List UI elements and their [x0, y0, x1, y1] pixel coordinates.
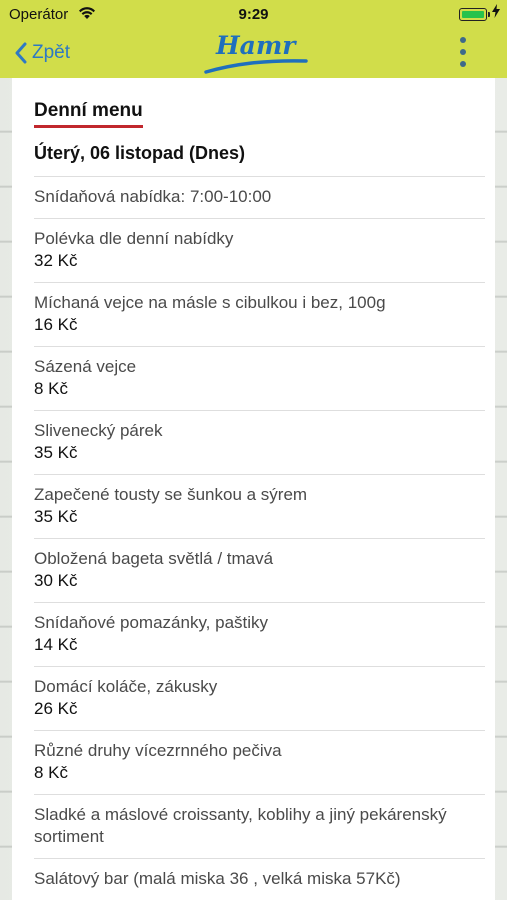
menu-item: Různé druhy vícezrnného pečiva 8 Kč	[34, 730, 485, 794]
back-button[interactable]: Zpět	[14, 38, 70, 68]
menu-item-price: 35 Kč	[34, 443, 78, 462]
status-bar: Operátor 9:29	[0, 0, 507, 28]
menu-item-name: Sázená vejce	[34, 357, 137, 376]
menu-item-name: Obložená bageta světlá / tmavá	[34, 549, 274, 568]
menu-item: Snídaňové pomazánky, paštiky 14 Kč	[34, 602, 485, 666]
menu-item-price: 35 Kč	[34, 507, 78, 526]
page-title: Denní menu	[34, 100, 143, 128]
menu-item: Sázená vejce 8 Kč	[34, 346, 485, 410]
menu-item: Slivenecký párek 35 Kč	[34, 410, 485, 474]
back-label: Zpět	[32, 42, 71, 63]
menu-item-price: 30 Kč	[34, 571, 78, 590]
menu-item-name: Snídaňová nabídka: 7:00-10:00	[34, 187, 272, 206]
menu-item: Domácí koláče, zákusky 26 Kč	[34, 666, 485, 730]
menu-item: Polévka dle denní nabídky 32 Kč	[34, 218, 485, 282]
menu-item-name: Domácí koláče, zákusky	[34, 677, 218, 696]
menu-item-name: Snídaňové pomazánky, paštiky	[34, 613, 269, 632]
charging-icon	[492, 4, 500, 21]
menu-item-name: Salátový bar (malá miska 36 , velká misk…	[34, 869, 401, 888]
menu-item-price: 8 Kč	[34, 379, 69, 398]
menu-item-name: Sladké a máslové croissanty, koblihy a j…	[34, 805, 447, 846]
menu-item-price: 32 Kč	[34, 251, 78, 270]
chevron-left-icon	[15, 42, 27, 64]
menu-card[interactable]: Denní menu Úterý, 06 listopad (Dnes) Sní…	[12, 78, 495, 900]
menu-item: Salátový bar (malá miska 36 , velká misk…	[34, 858, 485, 900]
menu-list: Snídaňová nabídka: 7:00-10:00 Polévka dle…	[34, 176, 485, 900]
top-bar: Operátor 9:29 Zpět Hamr	[0, 0, 507, 78]
menu-item-price: 16 Kč	[34, 315, 78, 334]
menu-item: Míchaná vejce na másle s cibulkou i bez,…	[34, 282, 485, 346]
clock: 9:29	[238, 6, 269, 23]
menu-item-price: 8 Kč	[34, 763, 69, 782]
menu-item: Sladké a máslové croissanty, koblihy a j…	[34, 794, 485, 858]
menu-item-name: Slivenecký párek	[34, 421, 163, 440]
menu-item: Snídaňová nabídka: 7:00-10:00	[34, 176, 485, 218]
menu-item-name: Různé druhy vícezrnného pečiva	[34, 741, 282, 760]
menu-item-name: Polévka dle denní nabídky	[34, 229, 234, 248]
hamr-logo: Hamr	[204, 30, 308, 76]
logo-text: Hamr	[215, 31, 297, 60]
menu-item-name: Míchaná vejce na másle s cibulkou i bez,…	[34, 293, 386, 312]
menu-item: Obložená bageta světlá / tmavá 30 Kč	[34, 538, 485, 602]
battery-icon	[459, 8, 487, 21]
more-dot-icon	[460, 37, 466, 43]
battery-tip	[488, 12, 490, 17]
more-dot-icon	[460, 61, 466, 67]
menu-item: Zapečené tousty se šunkou a sýrem 35 Kč	[34, 474, 485, 538]
more-options-button[interactable]	[453, 36, 473, 70]
menu-date: Úterý, 06 listopad (Dnes)	[34, 143, 246, 163]
menu-item-price: 14 Kč	[34, 635, 78, 654]
menu-item-price: 26 Kč	[34, 699, 78, 718]
menu-item-name: Zapečené tousty se šunkou a sýrem	[34, 485, 308, 504]
more-dot-icon	[460, 49, 466, 55]
